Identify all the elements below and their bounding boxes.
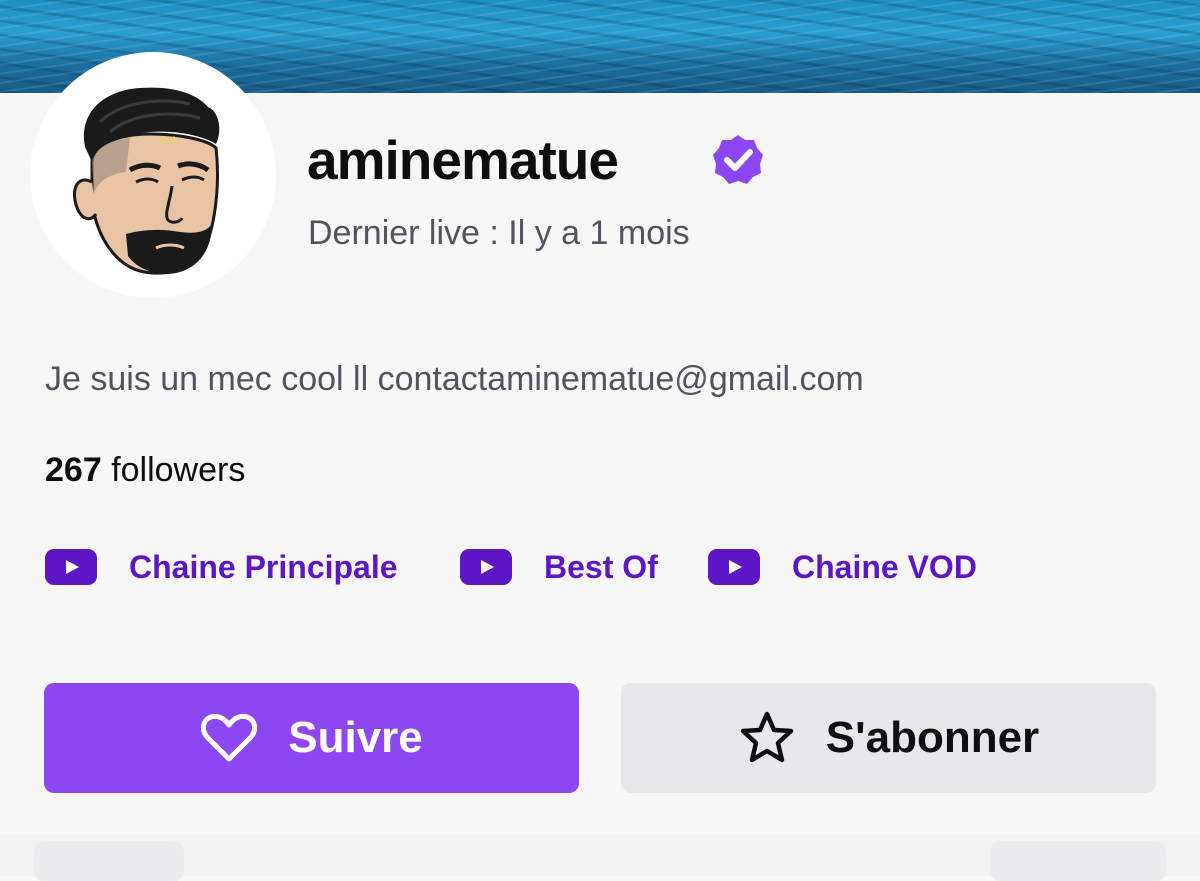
youtube-icon — [45, 549, 97, 585]
link-best-of[interactable]: Best Of — [460, 545, 658, 589]
subscribe-label: S'abonner — [825, 713, 1040, 762]
youtube-icon — [460, 549, 512, 585]
youtube-icon — [708, 549, 760, 585]
followers-number: 267 — [45, 451, 102, 489]
link-chaine-principale[interactable]: Chaine Principale — [45, 545, 398, 589]
avatar-illustration: ★★ — [73, 87, 220, 275]
svg-text:★★: ★★ — [158, 133, 180, 147]
link-label: Best Of — [544, 548, 658, 585]
link-label: Chaine Principale — [129, 548, 398, 585]
heart-icon — [201, 713, 258, 762]
profile-bio: Je suis un mec cool ll contactaminematue… — [45, 360, 864, 398]
last-live-status: Dernier live : Il y a 1 mois — [308, 214, 690, 252]
link-chaine-vod[interactable]: Chaine VOD — [708, 545, 977, 589]
tab-card[interactable] — [990, 841, 1166, 881]
subscribe-button[interactable]: S'abonner — [621, 683, 1156, 793]
star-icon — [740, 711, 794, 763]
avatar[interactable]: ★★ — [30, 52, 276, 298]
followers-label: followers — [111, 451, 246, 489]
content-tabs-strip — [0, 835, 1200, 881]
follow-label: Suivre — [288, 713, 423, 762]
follow-button[interactable]: Suivre — [44, 683, 579, 793]
username: aminematue — [307, 129, 619, 191]
verified-badge-icon — [713, 135, 763, 184]
tab-card[interactable] — [34, 841, 184, 881]
link-label: Chaine VOD — [792, 548, 977, 585]
followers-count: 267 followers — [45, 449, 245, 491]
